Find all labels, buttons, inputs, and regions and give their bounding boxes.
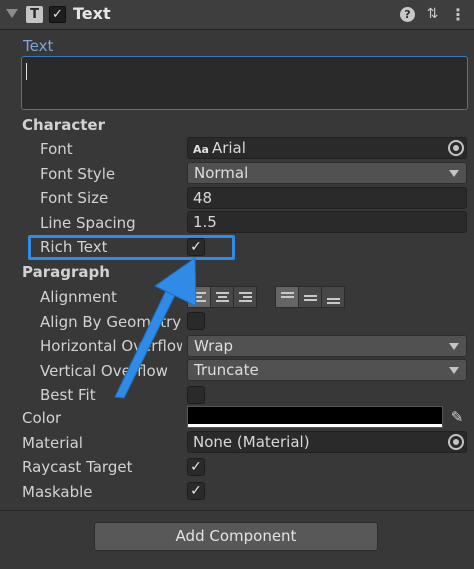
raycast-target-label: Raycast Target — [22, 458, 133, 476]
align-top-button[interactable] — [275, 286, 299, 308]
chevron-down-icon — [449, 343, 459, 350]
text-field-label: Text — [23, 37, 54, 55]
align-middle-button[interactable] — [298, 286, 322, 308]
add-component-button[interactable]: Add Component — [94, 522, 378, 551]
maskable-label: Maskable — [22, 483, 93, 501]
font-asset-icon: Aa — [193, 143, 209, 156]
alignment-label: Alignment — [40, 288, 117, 306]
font-style-value: Normal — [194, 164, 249, 182]
align-left-button[interactable] — [187, 286, 211, 308]
font-size-field[interactable]: 48 — [187, 187, 467, 209]
line-spacing-label: Line Spacing — [40, 214, 136, 232]
component-header: T ✓ Text ? ⇅ ⋮ — [0, 0, 474, 30]
chevron-down-icon — [449, 170, 459, 177]
divider — [0, 510, 474, 511]
text-input[interactable] — [21, 56, 468, 110]
align-center-button[interactable] — [210, 286, 234, 308]
align-by-geometry-label: Align By Geometry — [40, 313, 182, 331]
color-swatch[interactable] — [187, 406, 443, 428]
color-label: Color — [22, 409, 62, 427]
align-by-geometry-checkbox[interactable] — [187, 312, 205, 330]
more-options-icon[interactable]: ⋮ — [450, 6, 466, 23]
font-size-label: Font Size — [40, 189, 109, 207]
material-label: Material — [22, 434, 83, 452]
maskable-checkbox[interactable]: ✓ — [187, 482, 205, 500]
vertical-alignment-group — [275, 286, 345, 308]
horizontal-overflow-value: Wrap — [194, 337, 234, 355]
object-picker-icon[interactable] — [448, 140, 464, 156]
paragraph-section-label: Paragraph — [22, 263, 110, 281]
vertical-overflow-dropdown[interactable]: Truncate — [187, 359, 467, 381]
object-picker-icon[interactable] — [448, 434, 464, 450]
font-value: Arial — [211, 139, 246, 157]
horizontal-overflow-dropdown[interactable]: Wrap — [187, 335, 467, 357]
best-fit-label: Best Fit — [40, 386, 96, 404]
component-title: Text — [73, 4, 111, 23]
align-bottom-button[interactable] — [321, 286, 345, 308]
vertical-overflow-value: Truncate — [194, 361, 259, 379]
raycast-target-checkbox[interactable]: ✓ — [187, 458, 205, 476]
text-component-icon: T — [26, 6, 43, 23]
rich-text-highlight-box — [28, 235, 235, 260]
alpha-bar — [188, 424, 442, 427]
character-section-label: Character — [22, 116, 105, 134]
font-style-label: Font Style — [40, 165, 116, 183]
horizontal-alignment-group — [187, 286, 257, 308]
eyedropper-icon[interactable]: ✎ — [447, 407, 467, 427]
line-spacing-field[interactable]: 1.5 — [187, 211, 467, 233]
font-field[interactable]: Aa Arial — [187, 137, 467, 159]
font-label: Font — [40, 140, 73, 158]
font-style-dropdown[interactable]: Normal — [187, 162, 467, 184]
chevron-down-icon — [449, 367, 459, 374]
text-caret — [26, 63, 27, 80]
material-value: None (Material) — [193, 433, 310, 451]
component-enabled-checkbox[interactable]: ✓ — [49, 6, 66, 23]
best-fit-checkbox[interactable] — [187, 386, 205, 404]
foldout-arrow-icon[interactable] — [6, 9, 18, 18]
align-right-button[interactable] — [233, 286, 257, 308]
vertical-overflow-label: Vertical Overflow — [40, 362, 168, 380]
material-field[interactable]: None (Material) — [187, 431, 467, 453]
presets-icon[interactable]: ⇅ — [424, 6, 441, 23]
horizontal-overflow-label: Horizontal Overflow — [40, 337, 182, 355]
help-icon[interactable]: ? — [400, 7, 415, 22]
